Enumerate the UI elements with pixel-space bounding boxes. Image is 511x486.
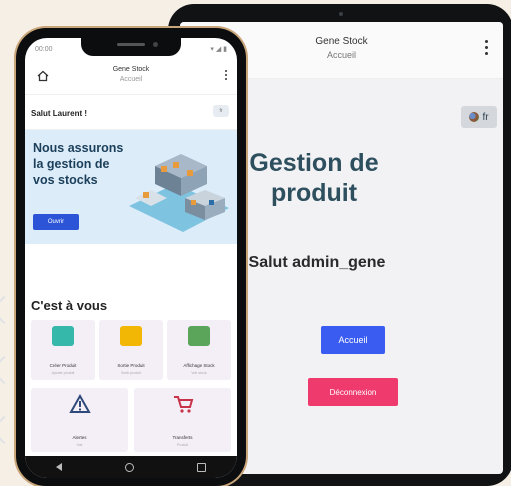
tablet-camera [338,12,343,16]
status-time: 00:00 [35,45,53,53]
cart-icon [173,396,193,413]
section-title: C'est à vous [31,298,108,313]
card-sub: Sortir produit [120,371,142,375]
recents-icon[interactable] [196,462,206,472]
language-button[interactable]: fr [213,105,229,117]
card-sub: Produit [176,443,189,447]
greeting-text: Salut Laurent ! [31,109,88,118]
card-sub: Ajouter produit [51,371,75,375]
card-output-product[interactable]: Sortie Produit Sortir produit [99,320,163,380]
card-label: Alertes [72,435,87,440]
more-menu-icon[interactable] [225,70,227,82]
phone-screen: 00:00 ▾ ◢ ▮ Gene Stock Accueil Salut Lau… [25,38,237,478]
truck-icon [120,326,142,346]
card-label: Affichage Stock [183,363,215,368]
app-subtitle: Accueil [119,76,143,83]
back-icon[interactable] [56,463,63,471]
card-display-stock[interactable]: Affichage Stock Voir stock [167,320,231,380]
phone-device: 00:00 ▾ ◢ ▮ Gene Stock Accueil Salut Lau… [16,28,246,486]
monitor-icon [52,326,74,346]
app-title: Gene Stock [112,66,150,73]
globe-icon [469,112,480,122]
action-grid-2: Alertes Voir Transferts Produit [31,388,231,452]
home-circle-icon[interactable] [124,462,134,472]
status-icons: ▾ ◢ ▮ [210,46,227,53]
screen-icon [188,326,210,346]
card-label: Sortie Produit [117,363,145,368]
phone-app-bar: Gene Stock Accueil [25,60,237,95]
banner-button[interactable]: Ouvrir [33,214,79,230]
language-button[interactable]: fr [461,106,497,128]
android-nav-bar [25,456,237,478]
action-grid: Créer Produit Ajouter produit Sortie Pro… [31,320,231,380]
hero-banner: Nous assurons la gestion de vos stocks O… [25,130,237,244]
banner-text: Nous assurons la gestion de vos stocks [33,141,124,187]
card-alerts[interactable]: Alertes Voir [31,388,128,452]
accueil-button[interactable]: Accueil [321,326,385,354]
card-sub: Voir stock [191,371,207,375]
warehouse-illustration [129,154,229,232]
card-transfers[interactable]: Transferts Produit [134,388,231,452]
more-menu-icon[interactable] [485,40,489,58]
card-label: Transferts [172,435,193,440]
card-sub: Voir [76,443,83,447]
card-label: Créer Produit [49,363,77,368]
phone-notch [81,38,181,56]
warning-icon [68,394,91,413]
logout-button[interactable]: Déconnexion [308,378,398,406]
language-label: fr [482,111,489,123]
greeting-row: Salut Laurent ! fr [25,95,237,130]
card-create-product[interactable]: Créer Produit Ajouter produit [31,320,95,380]
